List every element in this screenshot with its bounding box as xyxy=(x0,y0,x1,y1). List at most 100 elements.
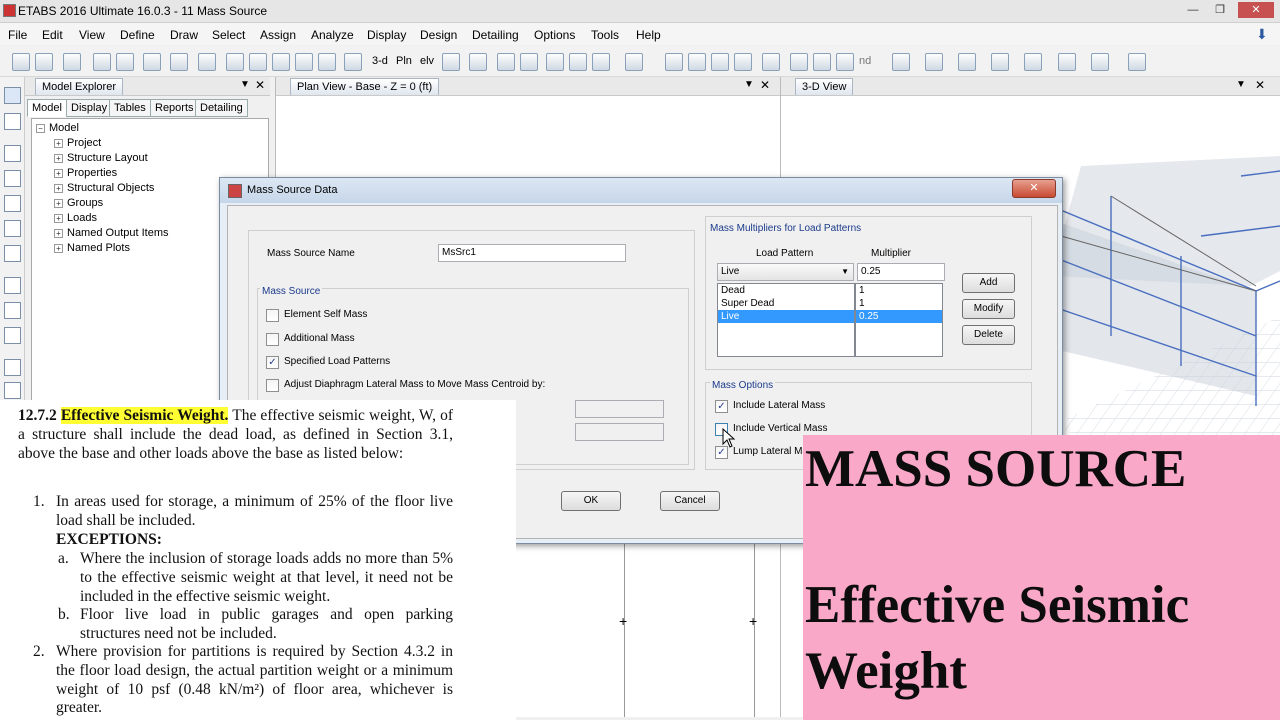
new-model-icon[interactable] xyxy=(12,53,30,71)
list-item[interactable]: 1 xyxy=(856,297,942,310)
open-icon[interactable] xyxy=(35,53,53,71)
menu-select[interactable]: Select xyxy=(212,28,245,42)
draw-beam-icon[interactable] xyxy=(4,170,21,187)
display-options-icon[interactable] xyxy=(592,53,610,71)
pan-icon[interactable] xyxy=(318,53,336,71)
explorer-close-icon[interactable]: ✕ xyxy=(255,78,265,92)
set-display-icon[interactable] xyxy=(569,53,587,71)
tree-item-named-plots[interactable]: + Named Plots xyxy=(54,242,130,254)
dialog-close-button[interactable]: ✕ xyxy=(1012,179,1056,198)
elevation-view-button[interactable]: elv xyxy=(420,55,434,67)
menu-view[interactable]: View xyxy=(79,28,105,42)
plan-view-button[interactable]: Pln xyxy=(396,55,412,67)
centroid-x-input[interactable] xyxy=(575,400,664,418)
list-item[interactable]: 1 xyxy=(856,284,942,297)
adjust-diaphragm-checkbox[interactable] xyxy=(266,379,279,392)
3d-close-icon[interactable]: ✕ xyxy=(1255,78,1265,92)
tree-item-structural-objects[interactable]: + Structural Objects xyxy=(54,182,154,194)
rubber-band-icon[interactable] xyxy=(344,53,362,71)
draw-wall-icon[interactable] xyxy=(4,245,21,262)
tab-model[interactable]: Model xyxy=(27,99,67,117)
expand-icon[interactable]: + xyxy=(54,183,63,193)
redo-icon[interactable] xyxy=(116,53,134,71)
pane-menu-icon[interactable]: ▼ xyxy=(240,79,250,90)
plan-close-icon[interactable]: ✕ xyxy=(760,78,770,92)
menu-tools[interactable]: Tools xyxy=(591,28,619,42)
menu-detailing[interactable]: Detailing xyxy=(472,28,519,42)
pencil-icon[interactable] xyxy=(143,53,161,71)
list-item[interactable]: Super Dead xyxy=(718,297,854,310)
zoom-previous-icon[interactable] xyxy=(249,53,267,71)
text-icon[interactable] xyxy=(892,53,910,71)
reshape-icon[interactable] xyxy=(4,113,21,130)
menu-display[interactable]: Display xyxy=(367,28,406,42)
perspective-icon[interactable] xyxy=(469,53,487,71)
menu-options[interactable]: Options xyxy=(534,28,575,42)
element-self-mass-checkbox[interactable] xyxy=(266,309,279,322)
add-button[interactable]: Add xyxy=(962,273,1015,293)
support-icon[interactable] xyxy=(790,53,808,71)
extrusion-icon[interactable] xyxy=(625,53,643,71)
specified-load-patterns-checkbox[interactable]: ✓ xyxy=(266,356,279,369)
draw-line-icon[interactable] xyxy=(4,145,21,162)
pane-menu-icon[interactable]: ▼ xyxy=(1236,79,1246,90)
include-lateral-mass-checkbox[interactable]: ✓ xyxy=(715,400,728,413)
frame-draw-icon[interactable] xyxy=(665,53,683,71)
draw-rectangle-icon[interactable] xyxy=(4,302,21,319)
collapse-icon[interactable]: − xyxy=(36,123,45,133)
section-icon[interactable] xyxy=(1058,53,1076,71)
ibeam-icon[interactable] xyxy=(991,53,1009,71)
close-button[interactable]: ✕ xyxy=(1238,2,1274,18)
tab-reports[interactable]: Reports xyxy=(150,99,199,117)
lock-icon[interactable] xyxy=(170,53,188,71)
pen-icon[interactable] xyxy=(1091,53,1109,71)
maximize-button[interactable]: ❐ xyxy=(1207,2,1233,18)
tree-item-structure-layout[interactable]: + Structure Layout xyxy=(54,152,148,164)
tree-item-groups[interactable]: + Groups xyxy=(54,197,103,209)
minimize-button[interactable]: — xyxy=(1180,2,1206,18)
beam-icon[interactable] xyxy=(711,53,729,71)
tab-tables[interactable]: Tables xyxy=(109,99,151,117)
pointer-icon[interactable] xyxy=(4,87,21,104)
menu-file[interactable]: File xyxy=(8,28,27,42)
draw-link-icon[interactable] xyxy=(4,359,21,376)
draw-column-icon[interactable] xyxy=(4,195,21,212)
tree-item-loads[interactable]: + Loads xyxy=(54,212,97,224)
expand-icon[interactable]: + xyxy=(54,243,63,253)
move-up-icon[interactable] xyxy=(497,53,515,71)
move-down-icon[interactable] xyxy=(520,53,538,71)
delete-button[interactable]: Delete xyxy=(962,325,1015,345)
plan-view-tab[interactable]: Plan View - Base - Z = 0 (ft) xyxy=(290,78,440,95)
save-icon[interactable] xyxy=(63,53,81,71)
tree-item-named-output-items[interactable]: + Named Output Items xyxy=(54,227,169,239)
tree-root[interactable]: − Model xyxy=(36,122,79,134)
draw-floor-icon[interactable] xyxy=(4,277,21,294)
grid-icon[interactable] xyxy=(836,53,854,71)
menu-help[interactable]: Help xyxy=(636,28,661,42)
menu-design[interactable]: Design xyxy=(420,28,457,42)
tree-item-properties[interactable]: + Properties xyxy=(54,167,117,179)
list-item[interactable]: Live xyxy=(718,310,854,323)
draw-dimension-icon[interactable] xyxy=(4,382,21,399)
menu-analyze[interactable]: Analyze xyxy=(311,28,354,42)
download-icon[interactable]: ⬇ xyxy=(1256,26,1268,43)
expand-icon[interactable]: + xyxy=(54,168,63,178)
expand-icon[interactable]: + xyxy=(54,228,63,238)
list-item[interactable]: 0.25 xyxy=(856,310,942,323)
cancel-button[interactable]: Cancel xyxy=(660,491,720,511)
brace-icon[interactable] xyxy=(688,53,706,71)
load-pattern-dropdown[interactable]: Live ▼ xyxy=(717,263,854,281)
expand-icon[interactable]: + xyxy=(54,213,63,223)
tab-display[interactable]: Display xyxy=(66,99,113,117)
zoom-in-icon[interactable] xyxy=(272,53,290,71)
draw-brace-icon[interactable] xyxy=(4,220,21,237)
list-item[interactable]: Dead xyxy=(718,284,854,297)
draw-opening-icon[interactable] xyxy=(4,327,21,344)
mass-source-name-input[interactable]: MsSrc1 xyxy=(438,244,626,262)
object-shrink-icon[interactable] xyxy=(546,53,564,71)
zoom-window-icon[interactable] xyxy=(226,53,244,71)
slab-icon[interactable] xyxy=(762,53,780,71)
shape-icon[interactable] xyxy=(925,53,943,71)
multiplier-input[interactable]: 0.25 xyxy=(857,263,945,281)
menu-draw[interactable]: Draw xyxy=(170,28,198,42)
